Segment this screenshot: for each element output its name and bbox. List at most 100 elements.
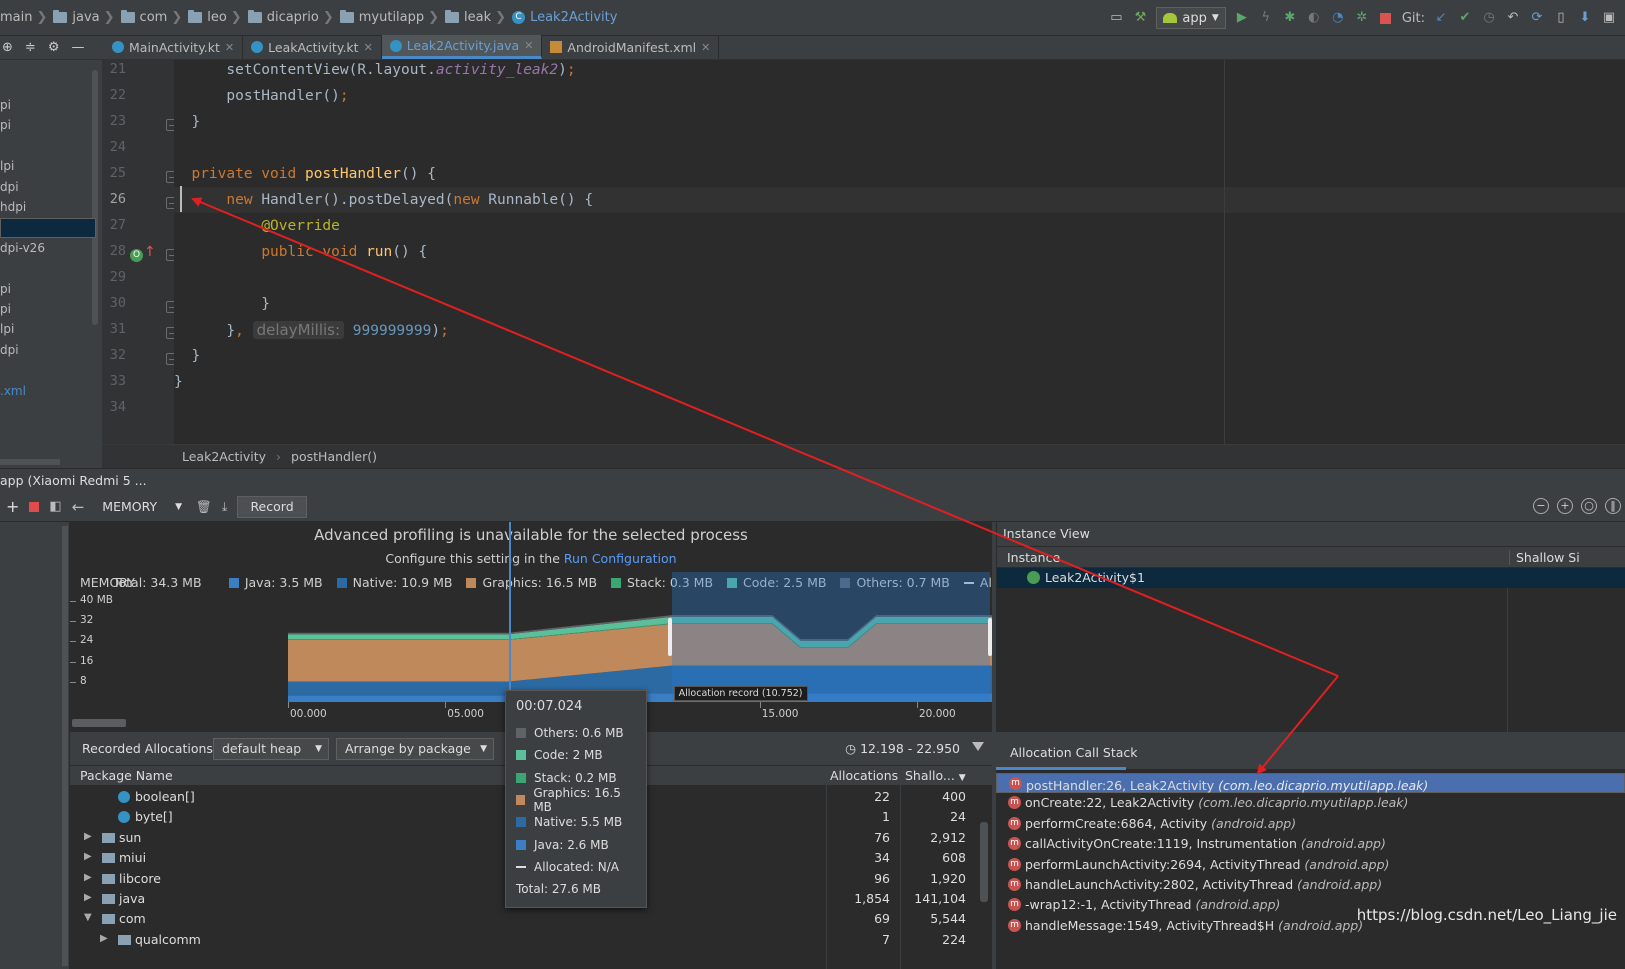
zoom-out-icon[interactable]: − bbox=[1533, 498, 1549, 514]
apply-changes-icon[interactable]: ϟ bbox=[1258, 10, 1274, 26]
profiler-session[interactable]: app (Xiaomi Redmi 5 ... bbox=[0, 473, 147, 488]
selection-range[interactable] bbox=[671, 572, 990, 702]
avd-manager-icon[interactable]: ▯ bbox=[1553, 10, 1569, 26]
breadcrumb-class[interactable]: Leak2Activity bbox=[182, 449, 266, 464]
heap-select[interactable]: default heap ▼ bbox=[213, 738, 329, 760]
device-icon[interactable]: ▣ bbox=[1601, 10, 1617, 26]
project-item-selected[interactable] bbox=[0, 218, 96, 239]
add-session-icon[interactable]: + bbox=[6, 497, 19, 516]
timeline-scrollbar[interactable] bbox=[72, 719, 126, 727]
project-item[interactable]: hdpi bbox=[0, 200, 26, 214]
breadcrumb-item[interactable]: dicaprio ❯ bbox=[242, 10, 334, 25]
col-shallow-size[interactable]: Shallo... ▼ bbox=[905, 768, 966, 783]
collapsed-icon[interactable]: ▶ bbox=[84, 851, 92, 862]
profile-icon[interactable]: ◔ bbox=[1330, 10, 1346, 26]
git-commit-icon[interactable]: ✔ bbox=[1457, 10, 1473, 26]
editor-gutter: 21 22 23 24 25 26 27 28 29 30 31 32 33 34 O ↑ bbox=[102, 60, 178, 444]
trash-icon[interactable]: 🗑 bbox=[196, 499, 212, 515]
breadcrumb-item[interactable]: leak ❯ bbox=[439, 10, 506, 25]
revert-icon[interactable]: ↶ bbox=[1505, 10, 1521, 26]
close-icon[interactable]: ✕ bbox=[524, 39, 533, 52]
close-icon[interactable]: ✕ bbox=[701, 41, 710, 54]
hide-icon[interactable]: — bbox=[71, 40, 84, 55]
call-stack-row[interactable]: m performCreate:6864, Activity (android.a… bbox=[996, 814, 1625, 834]
collapsed-icon[interactable]: ▶ bbox=[100, 933, 108, 944]
tab-mainactivity-kt[interactable]: MainActivity.kt ✕ bbox=[104, 35, 244, 59]
session-scrollbar[interactable] bbox=[62, 526, 68, 966]
project-item[interactable]: pi bbox=[0, 302, 11, 316]
zoom-in-icon[interactable]: + bbox=[1557, 498, 1573, 514]
allocations-scrollbar[interactable] bbox=[980, 822, 988, 902]
breadcrumb-item[interactable]: leo ❯ bbox=[182, 10, 242, 25]
tab-leak2activity-java[interactable]: Leak2Activity.java ✕ bbox=[381, 35, 543, 59]
project-item[interactable]: dpi bbox=[0, 180, 19, 194]
project-item[interactable]: lpi bbox=[0, 159, 14, 173]
call-stack-row[interactable]: m performLaunchActivity:2694, ActivityThr… bbox=[996, 855, 1625, 875]
collapsed-icon[interactable]: ▶ bbox=[84, 872, 92, 883]
project-item[interactable]: dpi-v26 bbox=[0, 241, 45, 255]
breadcrumb-item[interactable]: C Leak2Activity bbox=[506, 10, 617, 25]
tooltip-label: Others: 0.6 MB bbox=[534, 726, 624, 741]
code-editor[interactable]: setContentView(R.layout.activity_leak2);… bbox=[174, 60, 1625, 444]
call-stack-row[interactable]: m handleLaunchActivity:2802, ActivityThre… bbox=[996, 875, 1625, 895]
collapsed-icon[interactable]: ▶ bbox=[84, 892, 92, 903]
history-icon[interactable]: ◷ bbox=[1481, 10, 1497, 26]
attach-debugger-icon[interactable]: ✲ bbox=[1354, 10, 1370, 26]
git-update-icon[interactable]: ↙ bbox=[1433, 10, 1449, 26]
coverage-icon[interactable]: ◐ bbox=[1306, 10, 1322, 26]
build-hammer-icon[interactable]: ⚒ bbox=[1132, 10, 1148, 26]
breadcrumb-item[interactable]: java ❯ bbox=[47, 10, 115, 25]
tab-leakactivity-kt[interactable]: LeakActivity.kt ✕ bbox=[243, 35, 382, 59]
arrange-select[interactable]: Arrange by package ▼ bbox=[336, 738, 494, 760]
table-row[interactable]: ▶ qualcomm 7 224 bbox=[70, 930, 992, 950]
pause-icon[interactable]: ‖ bbox=[1605, 498, 1621, 514]
breadcrumb-method[interactable]: postHandler() bbox=[291, 449, 377, 464]
call-stack-row[interactable]: m onCreate:22, Leak2Activity (com.leo.dic… bbox=[996, 793, 1625, 813]
instance-row[interactable]: Leak2Activity$1 bbox=[997, 568, 1625, 588]
project-item[interactable]: .xml bbox=[0, 384, 26, 398]
breadcrumb-item[interactable]: com ❯ bbox=[115, 10, 182, 25]
sdk-manager-icon[interactable]: ⬇ bbox=[1577, 10, 1593, 26]
tab-androidmanifest-xml[interactable]: AndroidManifest.xml ✕ bbox=[542, 35, 720, 59]
stop-icon[interactable] bbox=[1378, 10, 1394, 26]
zoom-reset-icon[interactable]: ○ bbox=[1581, 498, 1597, 514]
col-shallow-size[interactable]: Shallow Si bbox=[1509, 550, 1580, 565]
stop-session-icon[interactable] bbox=[29, 501, 40, 512]
collapsed-icon[interactable]: ▶ bbox=[84, 831, 92, 842]
profiler-mode-select[interactable]: MEMORY ▼ bbox=[94, 499, 182, 514]
col-package-name[interactable]: Package Name bbox=[80, 768, 173, 783]
call-stack-row[interactable]: m postHandler:26, Leak2Activity (com.leo.… bbox=[996, 773, 1625, 794]
selection-handle-left[interactable] bbox=[667, 618, 672, 656]
back-arrow-icon[interactable]: ← bbox=[72, 498, 85, 516]
call-stack-tab[interactable]: Allocation Call Stack bbox=[996, 732, 1625, 770]
project-item[interactable]: lpi bbox=[0, 322, 14, 336]
project-item[interactable]: pi bbox=[0, 282, 11, 296]
call-stack-row[interactable]: m callActivityOnCreate:1119, Instrumentat… bbox=[996, 834, 1625, 854]
close-icon[interactable]: ✕ bbox=[364, 41, 373, 54]
project-item[interactable]: dpi bbox=[0, 343, 19, 357]
col-allocations[interactable]: Allocations bbox=[830, 768, 898, 783]
sync-icon[interactable]: ⟳ bbox=[1529, 10, 1545, 26]
breadcrumb-item[interactable]: main ❯ bbox=[0, 10, 47, 25]
breadcrumb-item[interactable]: myutilapp ❯ bbox=[334, 10, 439, 25]
expanded-icon[interactable]: ▼ bbox=[84, 912, 92, 923]
gear-icon[interactable]: ⚙ bbox=[48, 40, 60, 55]
layout-icon[interactable]: ▭ bbox=[1108, 10, 1124, 26]
editor-hscrollbar[interactable] bbox=[0, 459, 60, 465]
collapse-icon[interactable]: ≑ bbox=[25, 40, 36, 55]
close-icon[interactable]: ✕ bbox=[225, 41, 234, 54]
table-row[interactable]: ▼ com 69 5,544 bbox=[70, 909, 992, 929]
record-button[interactable]: Record bbox=[237, 495, 307, 518]
project-item[interactable]: pi bbox=[0, 98, 11, 112]
debug-icon[interactable]: ✱ bbox=[1282, 10, 1298, 26]
project-item[interactable]: pi bbox=[0, 118, 11, 132]
run-config-select[interactable]: app ▼ bbox=[1156, 7, 1226, 29]
col-instance[interactable]: Instance bbox=[1007, 550, 1060, 565]
project-scrollbar[interactable] bbox=[92, 70, 98, 325]
run-icon[interactable]: ▶ bbox=[1234, 10, 1250, 26]
locate-icon[interactable]: ⊕ bbox=[2, 40, 13, 55]
filter-icon[interactable] bbox=[972, 742, 984, 751]
override-icon[interactable]: O bbox=[130, 249, 143, 262]
heap-dump-icon[interactable]: ⤓ bbox=[222, 499, 228, 515]
panel-toggle-icon[interactable]: ◧ bbox=[49, 499, 61, 514]
